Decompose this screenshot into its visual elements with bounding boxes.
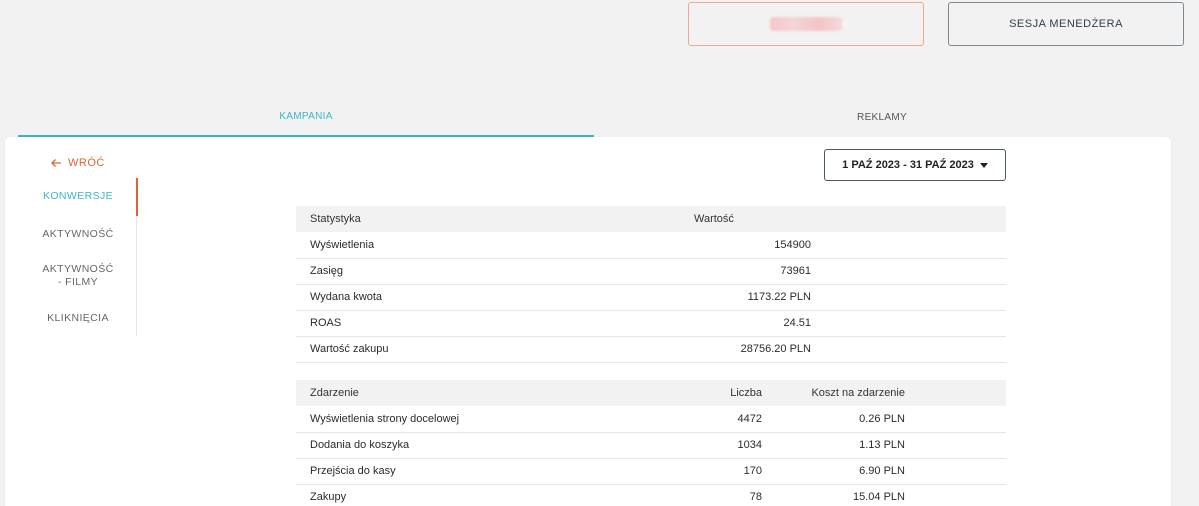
tab-campaign[interactable]: KAMPANIA [18,104,594,137]
stat-value: 24.51 [694,310,811,337]
stat-name: Wyświetlenia [296,232,694,259]
stat-name: Wydana kwota [296,284,694,311]
event-count: 170 [692,458,762,485]
arrow-left-icon [51,159,61,167]
event-count: 78 [692,484,762,506]
back-link[interactable]: WRÓĆ [50,157,105,169]
table-header-row: Zdarzenie Liczba Koszt na zdarzenie [296,380,1006,406]
stat-value: 28756.20 PLN [694,336,811,363]
event-cost: 0.26 PLN [762,406,905,433]
side-item-clicks[interactable]: KLIKNIĘCIA [19,312,137,325]
side-item-activity-videos[interactable]: AKTYWNOŚĆ - FILMY [19,263,137,289]
event-name: Dodania do koszyka [296,432,692,459]
event-count: 4472 [692,406,762,433]
date-range-label: 1 PAŹ 2023 - 31 PAŹ 2023 [842,159,974,171]
event-name: Zakupy [296,484,692,506]
stat-value: 154900 [694,232,811,259]
side-nav: KONWERSJE AKTYWNOŚĆ AKTYWNOŚĆ - FILMY KL… [19,178,138,336]
event-cost: 15.04 PLN [762,484,905,506]
content-card: WRÓĆ KONWERSJE AKTYWNOŚĆ AKTYWNOŚĆ - FIL… [5,137,1171,506]
stat-name: ROAS [296,310,694,337]
table-row: ROAS 24.51 [296,310,1006,337]
manager-session-button[interactable]: SESJA MENEDŻERA [948,2,1184,46]
event-cost: 1.13 PLN [762,432,905,459]
column-header-empty [811,206,1006,232]
table-row: Wartość zakupu 28756.20 PLN [296,336,1006,363]
column-header-empty [905,380,1006,406]
table-row: Wyświetlenia 154900 [296,232,1006,259]
stats-table: Statystyka Wartość Wyświetlenia 154900 Z… [296,206,1006,363]
stat-name: Wartość zakupu [296,336,694,363]
caret-down-icon [979,162,988,168]
column-header: Statystyka [296,206,694,232]
column-header: Wartość [694,206,811,232]
stat-name: Zasięg [296,258,694,285]
stat-value: 1173.22 PLN [694,284,811,311]
table-row: Dodania do koszyka 1034 1.13 PLN [296,432,1006,459]
event-count: 1034 [692,432,762,459]
table-row: Przejścia do kasy 170 6.90 PLN [296,458,1006,485]
event-name: Przejścia do kasy [296,458,692,485]
user-account-button[interactable] [688,2,924,46]
side-item-conversions[interactable]: KONWERSJE [19,190,137,203]
stat-value: 73961 [694,258,811,285]
events-table: Zdarzenie Liczba Koszt na zdarzenie Wyśw… [296,380,1006,506]
tab-bar: KAMPANIA REKLAMY [18,104,1170,137]
table-row: Zakupy 78 15.04 PLN [296,484,1006,506]
table-header-row: Statystyka Wartość [296,206,1006,232]
column-header: Zdarzenie [296,380,692,406]
table-row: Wydana kwota 1173.22 PLN [296,284,1006,311]
redacted-user-name [770,17,842,31]
table-row: Zasięg 73961 [296,258,1006,285]
tab-ads[interactable]: REKLAMY [594,104,1170,137]
column-header: Koszt na zdarzenie [762,380,905,406]
column-header: Liczba [692,380,762,406]
event-name: Wyświetlenia strony docelowej [296,406,692,433]
event-cost: 6.90 PLN [762,458,905,485]
side-item-activity[interactable]: AKTYWNOŚĆ [19,228,137,241]
date-range-dropdown[interactable]: 1 PAŹ 2023 - 31 PAŹ 2023 [824,149,1006,181]
table-row: Wyświetlenia strony docelowej 4472 0.26 … [296,406,1006,433]
back-label: WRÓĆ [68,157,105,169]
